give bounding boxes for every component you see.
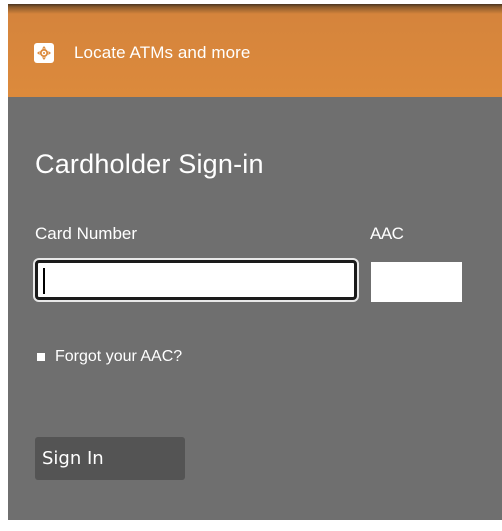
card-number-label: Card Number (35, 224, 138, 243)
card-number-field[interactable] (35, 260, 357, 300)
forgot-aac-label: Forgot your AAC? (55, 348, 183, 365)
locate-atms-label: Locate ATMs and more (74, 43, 251, 62)
bullet-icon (37, 353, 45, 361)
signin-panel: Locate ATMs and more Cardholder Sign-in … (8, 4, 502, 520)
crosshair-locate-icon (34, 43, 54, 63)
text-caret (43, 268, 45, 294)
sign-in-button[interactable]: Sign In (35, 437, 185, 480)
aac-label: AAC (370, 224, 404, 243)
forgot-aac-link[interactable]: Forgot your AAC? (37, 346, 182, 368)
aac-field[interactable] (371, 262, 462, 302)
top-banner: Locate ATMs and more (8, 4, 502, 97)
locate-atms-link[interactable]: Locate ATMs and more (34, 41, 251, 65)
page-title: Cardholder Sign-in (35, 149, 264, 179)
